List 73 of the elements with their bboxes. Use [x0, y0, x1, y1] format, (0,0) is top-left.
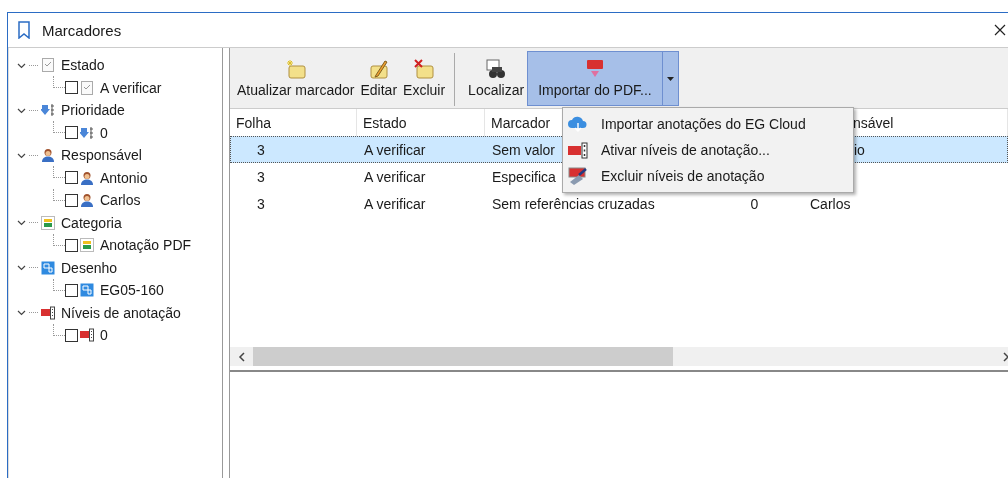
grid-icon [41, 215, 55, 230]
tree-item-label[interactable]: 0 [100, 124, 108, 141]
person-icon [41, 148, 55, 163]
binoculars-icon [485, 59, 508, 79]
toolbar-button[interactable]: Atualizar marcador [234, 51, 358, 106]
priority-arrow-icon [80, 125, 94, 140]
toolbar-button[interactable]: Localizar [465, 51, 528, 106]
column-header[interactable]: Folha [236, 114, 272, 131]
menu-item[interactable]: Importar anotações do EG Cloud [563, 111, 853, 137]
checkbox[interactable] [65, 238, 78, 252]
scrollbar-thumb[interactable] [253, 347, 673, 366]
checkbox[interactable] [65, 126, 78, 140]
person-icon [80, 170, 94, 185]
table-cell: A verificar [364, 141, 426, 158]
tree-item-label[interactable]: Carlos [100, 192, 141, 209]
tree-category-label[interactable]: Estado [61, 57, 105, 74]
delete-icon [413, 59, 436, 79]
column-header[interactable]: Estado [363, 114, 407, 131]
table-cell: Carlos [810, 195, 851, 212]
blueprint-icon [41, 260, 55, 275]
toolbar-button[interactable]: Excluir [400, 51, 449, 106]
checkbox[interactable] [65, 283, 78, 297]
pencil-icon [367, 59, 390, 79]
checklist-icon [41, 58, 55, 73]
tree-item-label[interactable]: A verificar [100, 79, 162, 96]
checkbox[interactable] [65, 81, 78, 95]
table-cell: Sem referências cruzadas [492, 195, 655, 212]
scroll-right-icon[interactable] [1003, 351, 1008, 362]
collapse-caret-icon[interactable] [17, 308, 26, 318]
table-cell: Especifica [492, 168, 556, 185]
tree-item-label[interactable]: Anotação PDF [100, 237, 192, 254]
blueprint-icon [80, 283, 94, 298]
bookmark-icon [18, 21, 30, 39]
new-bookmark-icon [284, 59, 307, 79]
table-cell: Sem valor [492, 141, 556, 158]
table-cell: 3 [257, 168, 265, 185]
checkbox[interactable] [65, 328, 78, 342]
table-cell-text: io [853, 141, 865, 158]
pdf-eraser-icon [567, 167, 589, 185]
tree-item-label[interactable]: EG05-160 [100, 282, 164, 299]
caret-icon [666, 76, 674, 81]
table-cell: 3 [257, 141, 265, 158]
menu-item[interactable]: Ativar níveis de anotação... [563, 137, 853, 163]
table-cell: A verificar [364, 168, 426, 185]
table-cell: 3 [257, 195, 265, 212]
window-title: Marcadores [42, 21, 123, 39]
grid-icon [80, 238, 94, 253]
collapse-caret-icon[interactable] [17, 263, 26, 273]
scroll-left-icon[interactable] [238, 351, 245, 362]
checklist-icon [80, 80, 94, 95]
tree-category-label[interactable]: Níveis de anotação [61, 304, 181, 321]
checkbox[interactable] [65, 171, 78, 185]
table-cell: A verificar [364, 195, 426, 212]
tree-category-label[interactable]: Categoria [61, 214, 122, 231]
checkbox[interactable] [65, 193, 78, 207]
collapse-caret-icon[interactable] [17, 218, 26, 228]
tree-item-label[interactable]: Antonio [100, 169, 148, 186]
tree-category-label[interactable]: Responsável [61, 147, 142, 164]
pdf-levels-icon [80, 328, 94, 343]
tree-category-label[interactable]: Desenho [61, 259, 118, 276]
close-icon[interactable] [994, 24, 1006, 36]
menu-item[interactable]: Excluir níveis de anotação [563, 163, 853, 189]
table-cell: 0 [750, 195, 759, 212]
tree-category-label[interactable]: Prioridade [61, 102, 125, 119]
pdf-levels-icon [567, 141, 589, 159]
import-button[interactable]: Importar do PDF... [527, 51, 663, 106]
toolbar-button[interactable]: Editar [357, 51, 401, 106]
person-icon [80, 193, 94, 208]
cloud-icon [567, 115, 589, 133]
tree-item-label[interactable]: 0 [100, 327, 108, 344]
priority-arrow-icon [41, 103, 55, 118]
column-header[interactable]: Marcador [491, 114, 551, 131]
pdf-levels-icon [41, 305, 55, 320]
